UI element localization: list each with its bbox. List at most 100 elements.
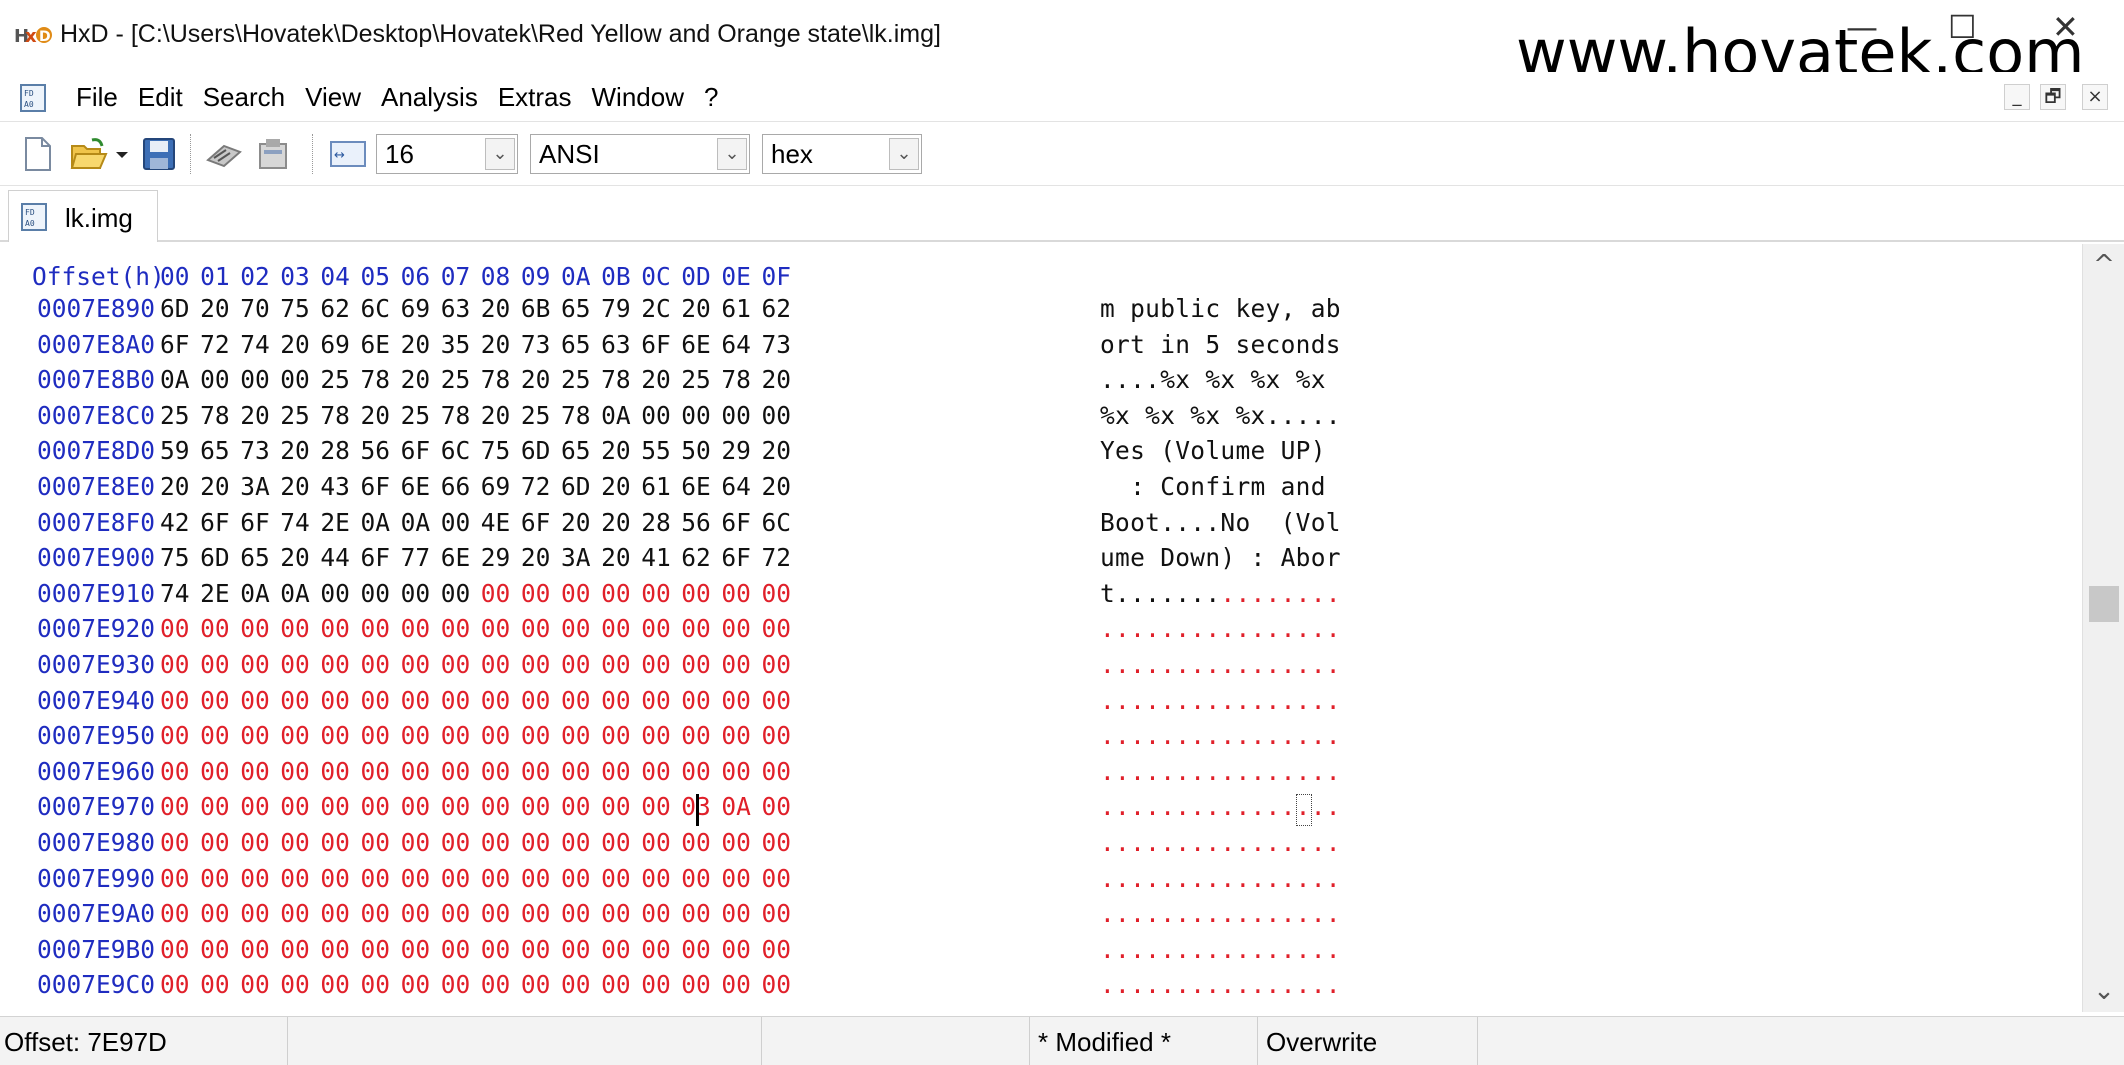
hex-byte[interactable]: 74 [280, 508, 310, 537]
hex-byte[interactable]: 41 [641, 543, 671, 572]
hex-byte[interactable]: 00 [160, 650, 190, 679]
hex-byte[interactable]: 00 [361, 686, 391, 715]
hex-byte[interactable]: 25 [521, 401, 551, 430]
hex-byte[interactable]: 00 [280, 935, 310, 964]
hex-byte[interactable]: 6E [441, 543, 471, 572]
hex-byte[interactable]: 00 [481, 935, 511, 964]
hex-byte[interactable]: 00 [561, 935, 591, 964]
hex-byte[interactable]: 25 [401, 401, 431, 430]
ascii-text[interactable]: ................ [1100, 614, 1341, 643]
hex-byte[interactable]: 20 [200, 294, 230, 323]
hex-byte[interactable]: 00 [441, 899, 471, 928]
hex-byte[interactable]: 00 [401, 650, 431, 679]
hex-byte[interactable]: 65 [200, 436, 230, 465]
hex-byte[interactable]: 00 [441, 828, 471, 857]
hex-byte[interactable]: 72 [521, 472, 551, 501]
hex-byte[interactable]: 20 [280, 330, 310, 359]
hex-byte[interactable]: 6E [401, 472, 431, 501]
hex-byte[interactable]: 00 [280, 792, 310, 821]
hex-byte[interactable]: 00 [681, 757, 711, 786]
hex-byte[interactable]: 00 [561, 614, 591, 643]
menu-item-window[interactable]: Window [582, 82, 694, 113]
hex-byte[interactable]: 73 [762, 330, 792, 359]
hex-byte[interactable]: 25 [441, 365, 471, 394]
hex-byte[interactable]: 00 [361, 864, 391, 893]
hex-byte[interactable]: 00 [320, 970, 350, 999]
ascii-text[interactable]: %x %x %x %x..... [1100, 401, 1341, 430]
open-ram-icon[interactable] [256, 136, 292, 172]
hex-byte[interactable]: 00 [200, 864, 230, 893]
hex-byte[interactable]: 78 [320, 401, 350, 430]
hex-byte[interactable]: 00 [481, 792, 511, 821]
hex-byte[interactable]: 00 [401, 614, 431, 643]
hex-byte[interactable]: 00 [762, 401, 792, 430]
hex-byte[interactable]: 20 [280, 543, 310, 572]
hex-byte[interactable]: 00 [320, 686, 350, 715]
scroll-down-icon[interactable]: ⌄ [2083, 970, 2124, 1012]
hex-byte[interactable]: 00 [361, 899, 391, 928]
hex-byte[interactable]: 00 [200, 970, 230, 999]
hex-byte[interactable]: 00 [521, 721, 551, 750]
hex-byte[interactable]: 00 [762, 864, 792, 893]
ascii-text[interactable]: ................ [1100, 650, 1341, 679]
hex-byte[interactable]: 69 [320, 330, 350, 359]
hex-byte[interactable]: 6E [681, 330, 711, 359]
hex-byte[interactable]: 00 [762, 721, 792, 750]
hex-byte[interactable]: 29 [721, 436, 751, 465]
hex-byte[interactable]: 00 [561, 899, 591, 928]
hex-byte[interactable]: 63 [441, 294, 471, 323]
hex-byte[interactable]: 00 [441, 650, 471, 679]
menu-item-view[interactable]: View [295, 82, 371, 113]
hex-byte[interactable]: 00 [481, 757, 511, 786]
hex-byte[interactable]: 00 [641, 721, 671, 750]
hex-byte[interactable]: 00 [601, 579, 631, 608]
hex-byte[interactable]: 00 [160, 864, 190, 893]
hex-byte[interactable]: 00 [160, 970, 190, 999]
hex-byte[interactable]: 63 [601, 330, 631, 359]
hex-byte[interactable]: 00 [200, 721, 230, 750]
hex-byte[interactable]: 00 [200, 828, 230, 857]
hex-byte[interactable]: 78 [200, 401, 230, 430]
hex-byte[interactable]: 00 [681, 721, 711, 750]
hex-byte[interactable]: 00 [240, 757, 270, 786]
offset-base-select[interactable]: hex ⌄ [762, 134, 922, 174]
hex-byte[interactable]: 00 [200, 650, 230, 679]
document-icon[interactable]: FD A0 [20, 84, 46, 112]
hex-byte[interactable]: 00 [361, 935, 391, 964]
hex-byte[interactable]: 00 [681, 935, 711, 964]
hex-byte[interactable]: 00 [160, 792, 190, 821]
open-dropdown-icon[interactable] [114, 136, 130, 172]
hex-byte[interactable]: 0A [401, 508, 431, 537]
hex-byte[interactable]: 00 [280, 828, 310, 857]
hex-byte[interactable]: 00 [441, 579, 471, 608]
hex-byte[interactable]: 00 [601, 757, 631, 786]
hex-byte[interactable]: 25 [320, 365, 350, 394]
hex-byte[interactable]: 64 [721, 472, 751, 501]
chevron-down-icon[interactable]: ⌄ [485, 138, 515, 170]
hex-byte[interactable]: 00 [320, 650, 350, 679]
ascii-text[interactable]: : Confirm and [1100, 472, 1341, 501]
menu-item-analysis[interactable]: Analysis [371, 82, 488, 113]
hex-byte[interactable]: 2E [320, 508, 350, 537]
ascii-text[interactable]: ................ [1100, 935, 1341, 964]
ascii-text[interactable]: ................ [1100, 899, 1341, 928]
hex-byte[interactable]: 00 [280, 650, 310, 679]
hex-byte[interactable]: 00 [160, 828, 190, 857]
hex-byte[interactable]: 6E [681, 472, 711, 501]
hex-byte[interactable]: 00 [681, 614, 711, 643]
hex-byte[interactable]: 00 [361, 650, 391, 679]
hex-byte[interactable]: 6D [160, 294, 190, 323]
hex-byte[interactable]: 62 [762, 294, 792, 323]
hex-byte[interactable]: 20 [280, 472, 310, 501]
hex-byte[interactable]: 00 [601, 970, 631, 999]
ascii-text[interactable]: ................ [1100, 721, 1341, 750]
hex-byte[interactable]: 56 [361, 436, 391, 465]
hex-byte[interactable]: 78 [481, 365, 511, 394]
hex-byte[interactable]: 20 [762, 472, 792, 501]
hex-byte[interactable]: 00 [320, 579, 350, 608]
hex-byte[interactable]: 00 [641, 579, 671, 608]
hex-byte[interactable]: 00 [441, 970, 471, 999]
hex-byte[interactable]: 00 [641, 650, 671, 679]
hex-byte[interactable]: 35 [441, 330, 471, 359]
hex-byte[interactable]: 00 [320, 828, 350, 857]
